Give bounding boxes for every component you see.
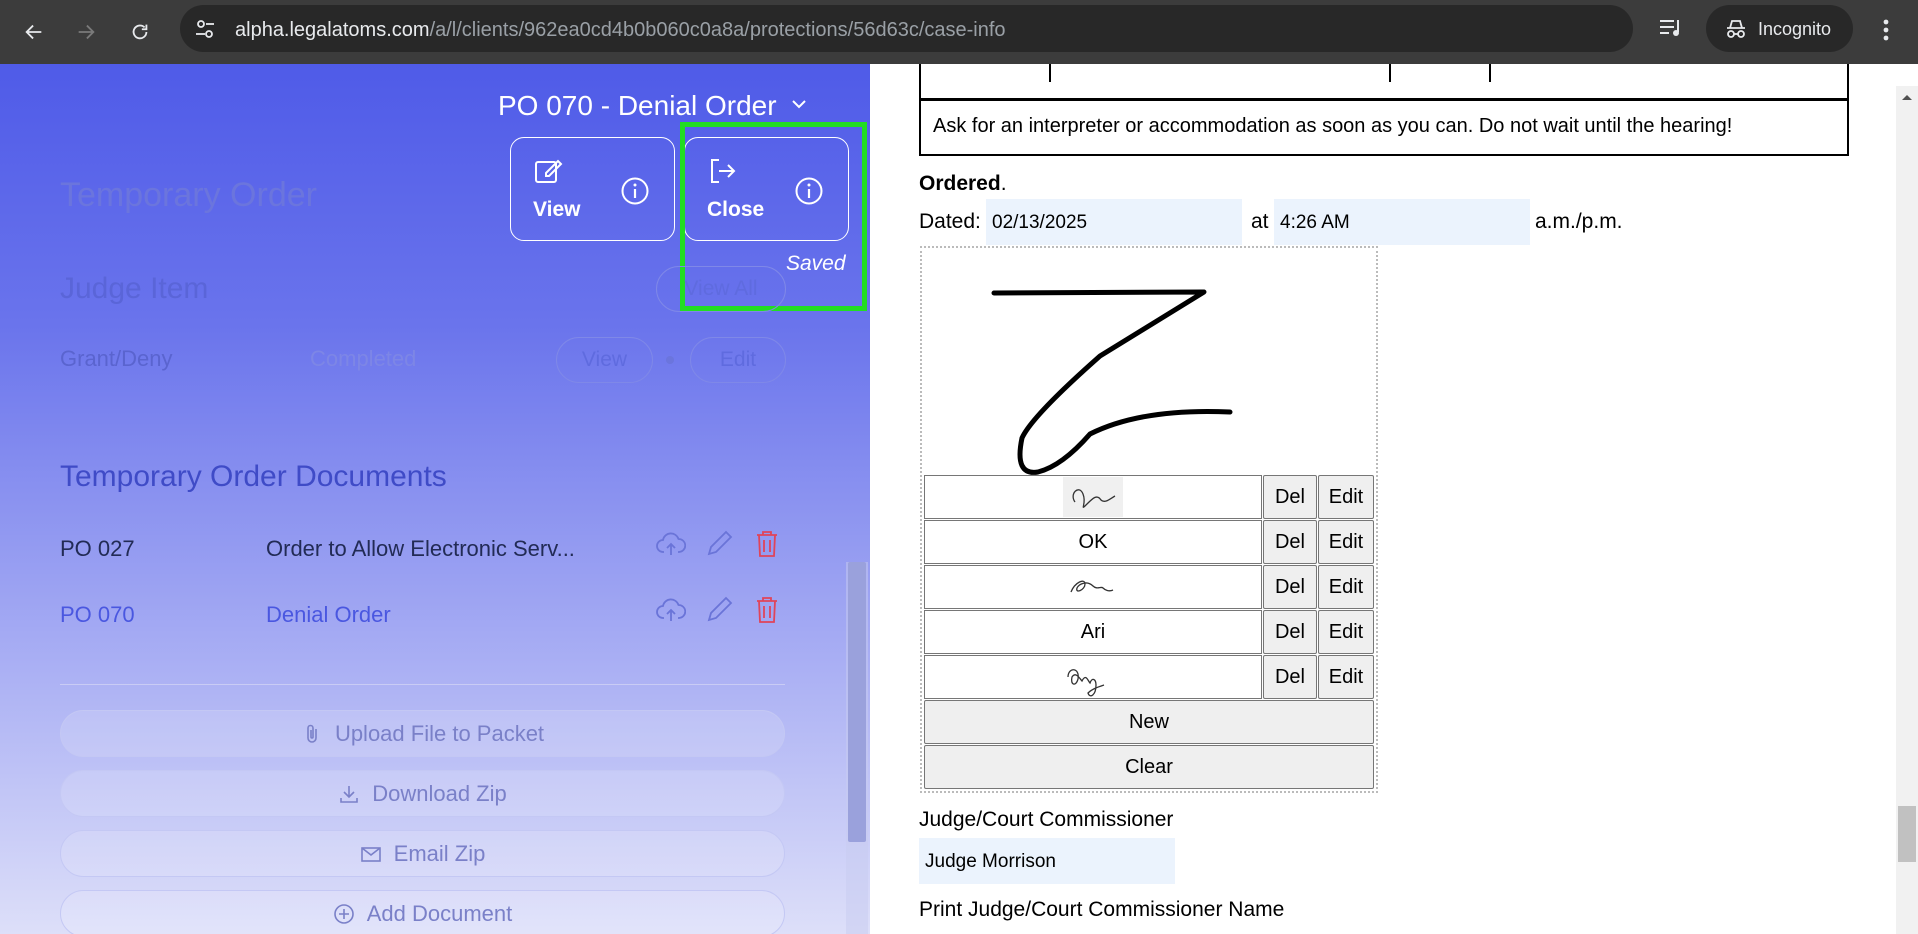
more-menu-icon[interactable] — [1876, 16, 1896, 44]
delete-button[interactable]: Del — [1263, 610, 1317, 654]
edit-button[interactable]: Edit — [1318, 520, 1374, 564]
judge-name-field[interactable]: Judge Morrison — [919, 838, 1175, 884]
document-preview: Ask for an interpreter or accommodation … — [870, 64, 1918, 934]
edit-button[interactable]: Edit — [1318, 610, 1374, 654]
document-code-active[interactable]: PO 070 — [60, 602, 135, 628]
edit-button[interactable]: Edit — [1318, 655, 1374, 699]
saved-status: Saved — [786, 252, 846, 275]
signature-text-cell[interactable]: OK — [924, 520, 1262, 564]
arrow-left-icon — [25, 24, 42, 40]
section-title-temporary-order: Temporary Order — [60, 176, 317, 214]
browser-toolbar: alpha.legalatoms.com/a/l/clients/962ea0c… — [0, 0, 1918, 64]
date-field[interactable]: 02/13/2025 — [986, 199, 1242, 245]
table-divider — [1389, 64, 1391, 82]
document-selector[interactable]: PO 070 - Denial Order — [498, 90, 808, 122]
signature-cell[interactable] — [924, 475, 1262, 519]
add-document-label: Add Document — [366, 900, 513, 926]
judge-view-button[interactable]: View — [556, 337, 653, 383]
back-button[interactable] — [14, 12, 54, 52]
document-heading: PO 070 - Denial Order — [498, 90, 777, 121]
scroll-up-arrow-icon[interactable] — [1900, 92, 1914, 102]
ampm-label: a.m./p.m. — [1535, 210, 1623, 233]
pencil-icon[interactable] — [704, 529, 734, 559]
incognito-badge[interactable]: Incognito — [1706, 5, 1853, 52]
envelope-icon — [360, 846, 381, 862]
signature-text-cell[interactable]: Ari — [924, 610, 1262, 654]
reload-icon — [132, 24, 148, 40]
at-label: at — [1251, 210, 1269, 233]
site-settings-icon[interactable] — [193, 17, 217, 41]
dated-label: Dated: — [919, 210, 981, 233]
download-zip-label: Download Zip — [372, 780, 507, 806]
delete-button[interactable]: Del — [1263, 520, 1317, 564]
document-scrollbar-thumb[interactable] — [1898, 806, 1916, 862]
interpreter-notice: Ask for an interpreter or accommodation … — [919, 99, 1849, 156]
signature-cell[interactable] — [924, 655, 1262, 699]
document-code[interactable]: PO 027 — [60, 536, 135, 562]
signature-thumbnail — [1067, 669, 1105, 697]
chevron-down-icon — [792, 100, 807, 109]
ordered-line: Ordered. — [919, 172, 1007, 196]
upload-file-label: Upload File to Packet — [334, 720, 545, 746]
address-bar[interactable]: alpha.legalatoms.com/a/l/clients/962ea0c… — [180, 5, 1790, 52]
delete-button[interactable]: Del — [1263, 475, 1317, 519]
signature-drawing[interactable] — [922, 248, 1376, 478]
delete-button[interactable]: Del — [1263, 565, 1317, 609]
section-divider — [60, 684, 785, 685]
judge-edit-button[interactable]: Edit — [690, 337, 786, 383]
info-icon[interactable] — [620, 176, 650, 206]
ordered-period: . — [1000, 172, 1007, 195]
signature-thumbnail — [1070, 580, 1114, 593]
table-divider — [1489, 64, 1491, 82]
email-zip-button[interactable]: Email Zip — [60, 830, 785, 877]
separator-dot — [666, 356, 674, 364]
view-action-label: View — [533, 198, 581, 221]
table-bottom-edge — [919, 64, 1849, 100]
delete-button[interactable]: Del — [1263, 655, 1317, 699]
paperclip-icon — [307, 724, 317, 743]
documents-section-title: Temporary Order Documents — [60, 460, 447, 493]
time-field[interactable]: 4:26 AM — [1274, 199, 1530, 245]
url-text: alpha.legalatoms.com/a/l/clients/962ea0c… — [235, 19, 1006, 42]
forward-button[interactable] — [66, 12, 106, 52]
trash-icon[interactable] — [752, 595, 782, 625]
judge-item-status: Completed — [310, 346, 417, 371]
edit-button[interactable]: Edit — [1318, 565, 1374, 609]
pencil-icon[interactable] — [704, 595, 734, 625]
edit-square-icon — [535, 159, 563, 183]
reload-button[interactable] — [120, 12, 160, 52]
sidebar-scrollbar-thumb[interactable] — [848, 562, 866, 842]
add-document-button[interactable]: Add Document — [60, 890, 785, 934]
url-path: /a/l/clients/962ea0cd4b0b060c0a8a/protec… — [429, 19, 1006, 41]
cloud-upload-icon[interactable] — [656, 529, 686, 559]
incognito-icon — [1727, 20, 1745, 38]
cloud-upload-icon[interactable] — [656, 595, 686, 625]
email-zip-label: Email Zip — [393, 840, 486, 866]
case-sidebar: Temporary Order PO 070 - Denial Order Vi… — [0, 64, 870, 934]
clear-signature-button[interactable]: Clear — [924, 745, 1374, 789]
document-name-active[interactable]: Denial Order — [266, 602, 391, 628]
edit-button[interactable]: Edit — [1318, 475, 1374, 519]
judge-item-title: Judge Item — [60, 272, 209, 305]
signature-cell[interactable] — [924, 565, 1262, 609]
table-divider — [1049, 64, 1051, 82]
signature-thumbnail — [1063, 477, 1123, 517]
download-zip-button[interactable]: Download Zip — [60, 770, 785, 817]
trash-icon[interactable] — [752, 529, 782, 559]
media-queue-icon[interactable] — [1658, 16, 1684, 40]
judge-item-name: Grant/Deny — [60, 346, 173, 371]
view-action-card[interactable]: View — [510, 137, 675, 241]
document-name[interactable]: Order to Allow Electronic Serv... — [266, 536, 575, 562]
ordered-word: Ordered — [919, 172, 1001, 195]
upload-file-button[interactable]: Upload File to Packet — [60, 710, 785, 757]
new-signature-button[interactable]: New — [924, 700, 1374, 744]
plus-circle-icon — [333, 903, 354, 924]
view-all-button[interactable]: View All — [656, 266, 786, 312]
arrow-right-icon — [78, 24, 95, 40]
download-icon — [340, 785, 359, 803]
incognito-label: Incognito — [1758, 19, 1832, 39]
url-host: alpha.legalatoms.com — [235, 19, 430, 41]
print-judge-label: Print Judge/Court Commissioner Name — [919, 898, 1285, 921]
judge-label: Judge/Court Commissioner — [919, 808, 1174, 831]
